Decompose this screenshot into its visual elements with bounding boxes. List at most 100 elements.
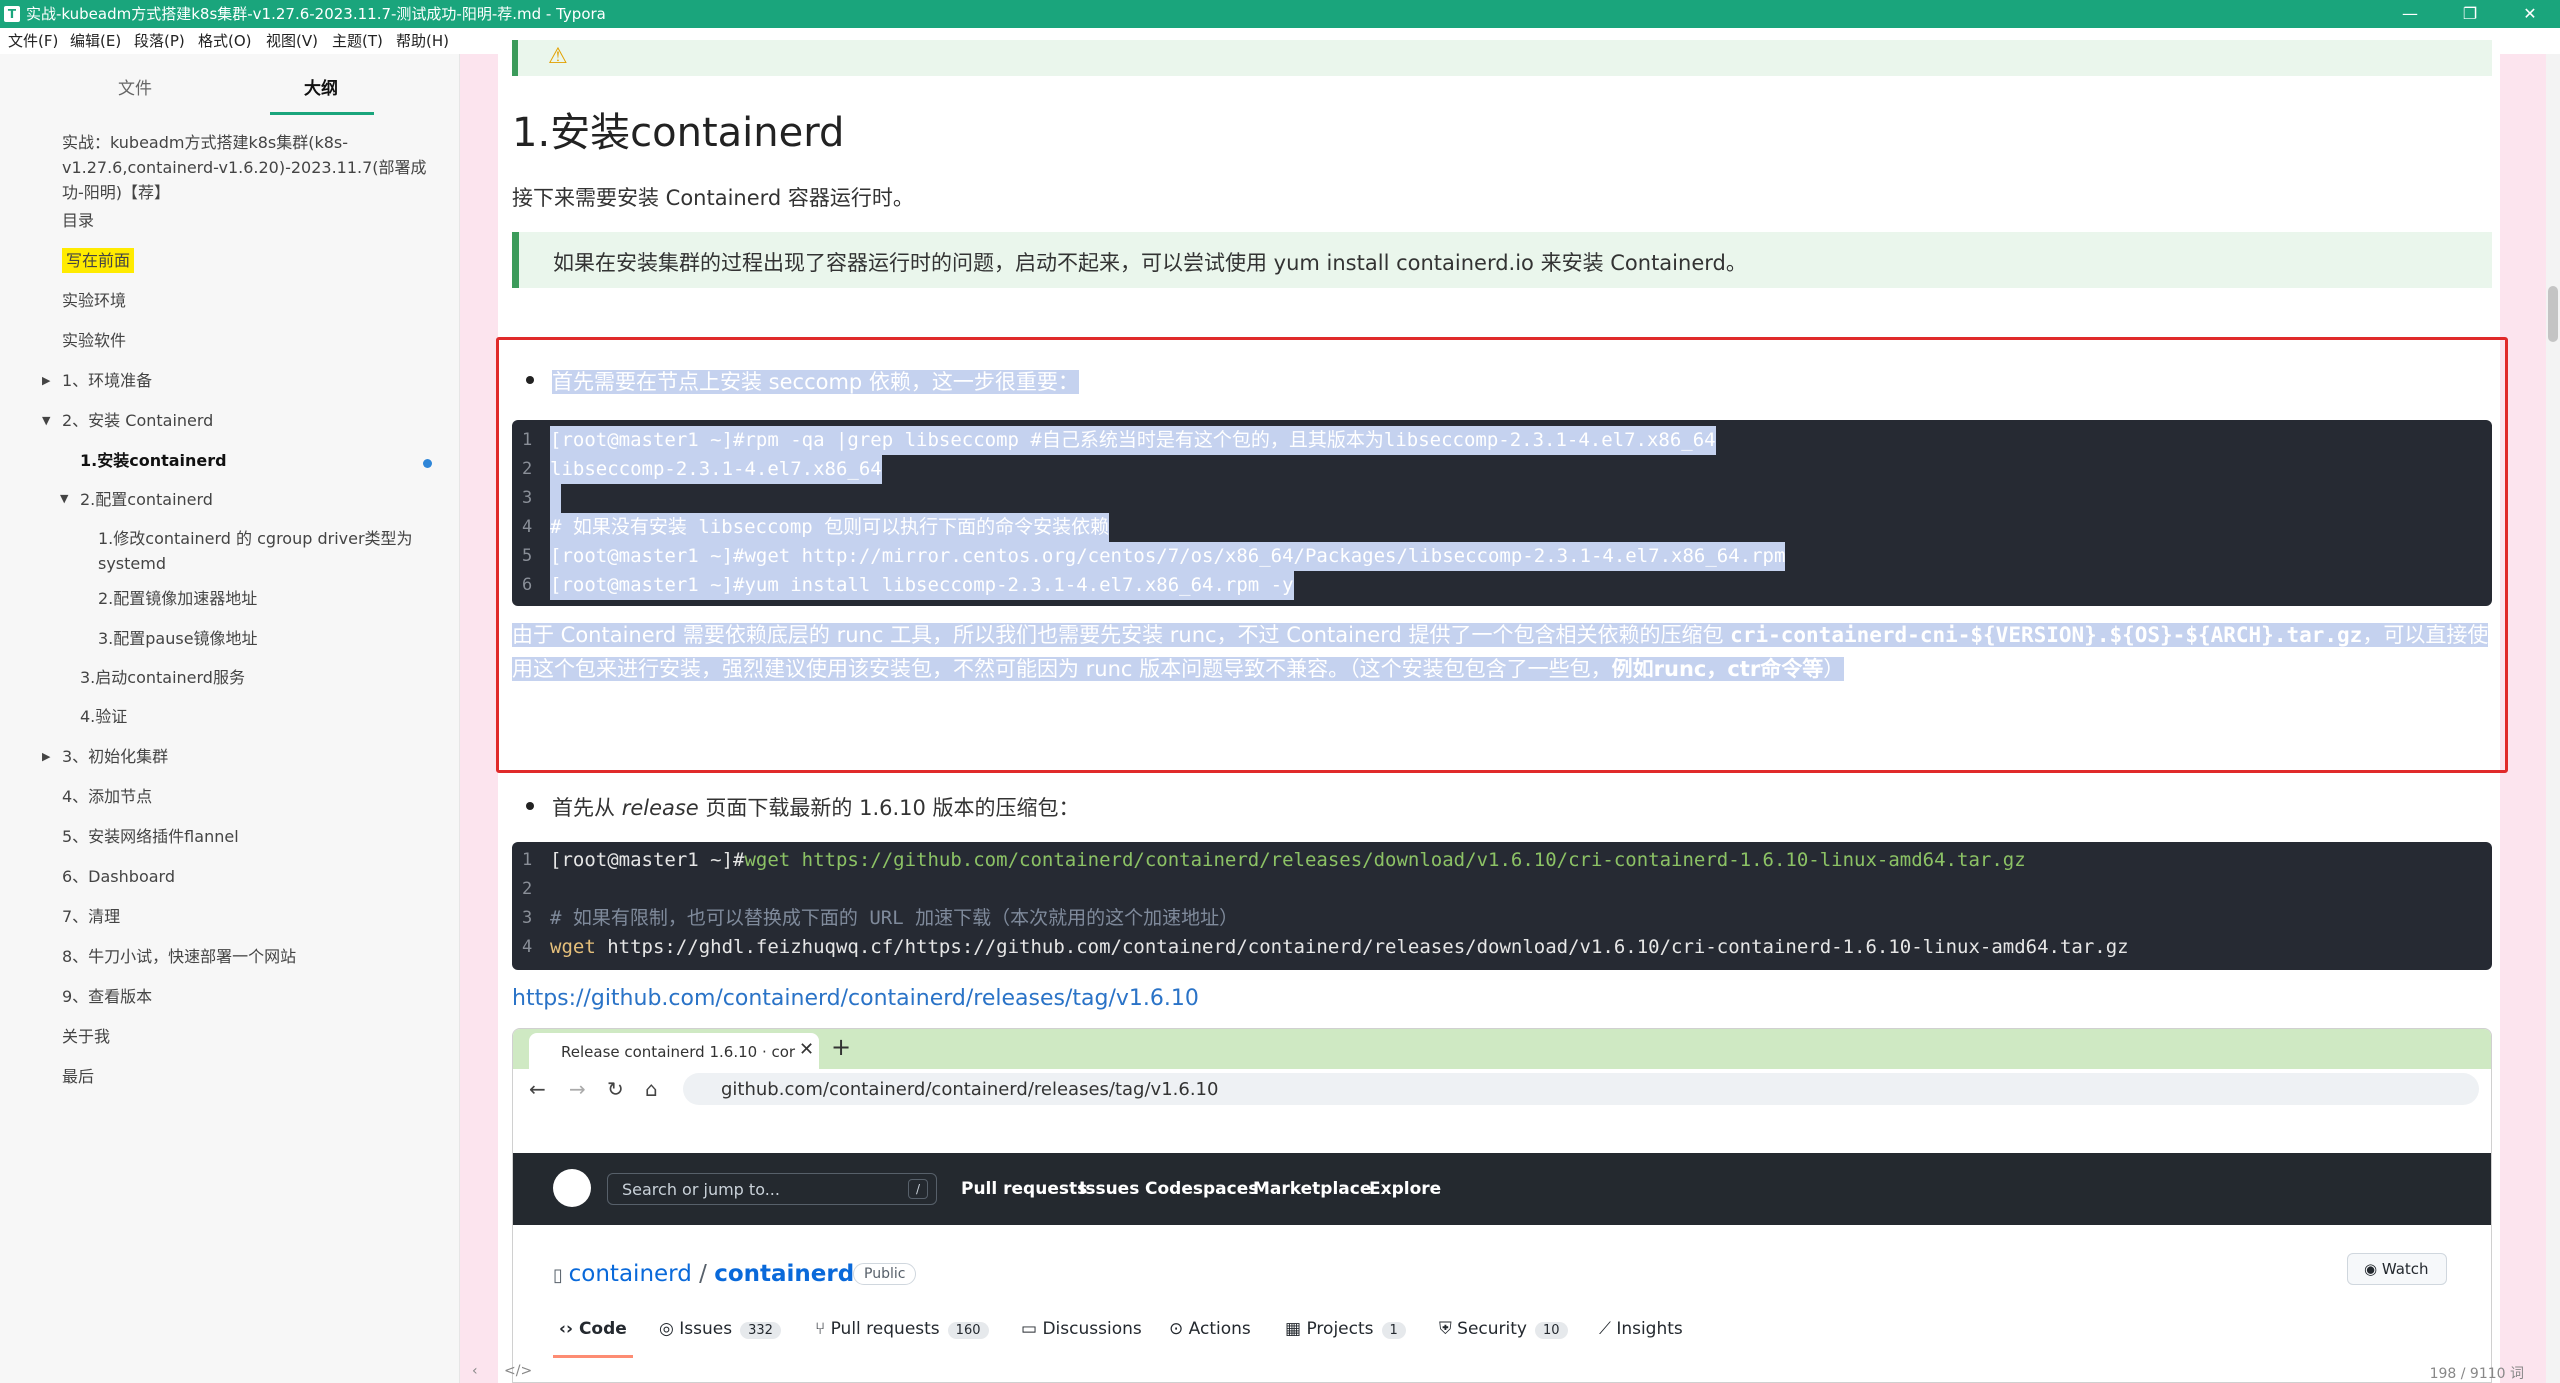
close-button[interactable]: ✕ <box>2500 0 2560 28</box>
tab-files[interactable]: 文件 <box>118 74 152 99</box>
outline-item-doc-title[interactable]: 实战：kubeadm方式搭建k8s集群(k8s-v1.27.6,containe… <box>62 130 442 205</box>
bullet-seccomp[interactable]: 首先需要在节点上安装 seccomp 依赖，这一步很重要： <box>526 366 1079 396</box>
menu-theme[interactable]: 主题(T) <box>332 28 383 54</box>
collapsed-arrow-icon[interactable]: ▶ <box>42 374 50 387</box>
outline-item[interactable]: 最后 <box>62 1064 94 1089</box>
code-icon: ‹› <box>559 1319 579 1339</box>
title-bar: T 实战-kubeadm方式搭建k8s集群-v1.27.6-2023.11.7-… <box>0 0 2560 28</box>
github-search: Search or jump to... / <box>607 1173 937 1205</box>
bullet-release-download[interactable]: 首先从 release 页面下载最新的 1.6.10 版本的压缩包： <box>526 792 1080 822</box>
menu-edit[interactable]: 编辑(E) <box>70 28 121 54</box>
expanded-arrow-icon[interactable]: ▼ <box>42 414 50 427</box>
repo-tab-pull-requests: ⑂ Pull requests 160 <box>815 1319 989 1339</box>
warning-icon: ⚠ <box>548 44 568 69</box>
eye-icon: ◉ <box>2364 1260 2382 1278</box>
bullet-seccomp-text: 首先需要在节点上安装 seccomp 依赖，这一步很重要： <box>552 370 1079 394</box>
outline-item[interactable]: 7、清理 <box>62 904 120 929</box>
repo-tab-discussions: ▭ Discussions <box>1021 1319 1142 1339</box>
menu-paragraph[interactable]: 段落(P) <box>134 28 185 54</box>
release-link[interactable]: https://github.com/containerd/containerd… <box>512 986 1199 1011</box>
sidebar: 文件 大纲 实战：kubeadm方式搭建k8s集群(k8s-v1.27.6,co… <box>0 54 460 1383</box>
play-icon: ⊙ <box>1169 1319 1189 1339</box>
graph-icon: ⟋ <box>1599 1319 1617 1339</box>
callout-box-top <box>512 40 2492 76</box>
outline-item[interactable]: 1.修改containerd 的 cgroup driver类型为systemd <box>98 526 438 576</box>
outline-item[interactable]: 4.验证 <box>80 704 127 729</box>
table-icon: ▦ <box>1285 1319 1307 1339</box>
minimize-button[interactable]: — <box>2380 0 2440 28</box>
tab-close-icon: ✕ <box>799 1039 815 1060</box>
outline-item[interactable]: 3、初始化集群 <box>62 744 168 769</box>
outline-item[interactable]: 1、环境准备 <box>62 368 152 393</box>
collapsed-arrow-icon[interactable]: ▶ <box>42 750 50 763</box>
embedded-screenshot: Release containerd 1.6.10 · cor ✕ + ← → … <box>512 1028 2492 1383</box>
maximize-button[interactable]: ❐ <box>2440 0 2500 28</box>
outline-item[interactable]: 5、安装网络插件flannel <box>62 824 239 849</box>
outline-item[interactable]: 9、查看版本 <box>62 984 152 1009</box>
browser-tab-title: Release containerd 1.6.10 · cor <box>561 1043 796 1061</box>
expanded-arrow-icon[interactable]: ▼ <box>60 492 68 505</box>
repo-tab-security: ⛨ Security 10 <box>1439 1319 1568 1339</box>
outline-item[interactable]: 3.启动containerd服务 <box>80 665 245 690</box>
public-badge: Public <box>853 1263 917 1285</box>
slash-key-icon: / <box>908 1179 928 1199</box>
new-tab-icon: + <box>831 1033 852 1061</box>
outline-item[interactable]: 2.配置containerd <box>80 487 213 512</box>
menu-format[interactable]: 格式(O) <box>198 28 252 54</box>
gh-nav-item: Issues <box>1079 1179 1140 1199</box>
tab-active-indicator <box>270 112 374 115</box>
code-block-seccomp[interactable]: 1 [root@master1 ~]#rpm -qa |grep libsecco… <box>512 420 2492 606</box>
toggle-sidebar-icon[interactable]: ‹ <box>472 1363 478 1379</box>
scrollbar-thumb[interactable] <box>2548 286 2558 342</box>
shield-icon: ⛨ <box>1439 1319 1458 1339</box>
code-block-download[interactable]: 1 [root@master1 ~]#wget https://github.co… <box>512 842 2492 970</box>
repo-tab-insights: ⟋ Insights <box>1599 1319 1683 1339</box>
back-arrow-icon: ← <box>529 1077 546 1101</box>
word-count[interactable]: 198 / 9110 词 <box>2430 1363 2524 1383</box>
window-title: 实战-kubeadm方式搭建k8s集群-v1.27.6-2023.11.7-测试… <box>26 5 606 23</box>
active-repo-tab-underline <box>553 1355 633 1358</box>
gh-nav-item: Codespaces <box>1145 1179 1259 1199</box>
bullet-dot <box>526 802 534 810</box>
outline-item[interactable]: 4、添加节点 <box>62 784 152 809</box>
github-logo-icon <box>553 1169 591 1207</box>
browser-tab: Release containerd 1.6.10 · cor ✕ <box>529 1033 819 1069</box>
vertical-scrollbar[interactable] <box>2546 54 2560 1383</box>
outline-item[interactable]: 8、牛刀小试，快速部署一个网站 <box>62 944 296 969</box>
outline-item[interactable]: 实验软件 <box>62 328 126 353</box>
watch-button: ◉ Watch <box>2347 1253 2447 1285</box>
url-text: github.com/containerd/containerd/release… <box>721 1079 1219 1100</box>
tip-text[interactable]: 如果在安装集群的过程出现了容器运行时的问题，启动不起来，可以尝试使用 yum i… <box>553 247 1747 277</box>
outline-item[interactable]: 6、Dashboard <box>62 864 175 889</box>
repo-icon: ▯ <box>553 1265 569 1286</box>
current-position-dot-icon <box>423 459 432 468</box>
outline-item-active[interactable]: 1.安装containerd <box>80 448 227 473</box>
repo-tabs: ‹› Code ◎ Issues 332 ⑂ Pull requests 160 ▭… <box>513 1319 2491 1359</box>
outline-item[interactable]: 2.配置镜像加速器地址 <box>98 586 257 611</box>
source-code-mode-icon[interactable]: </> <box>504 1363 532 1379</box>
repo-tab-projects: ▦ Projects 1 <box>1285 1319 1406 1339</box>
repo-title: ▯ containerd / containerd <box>553 1261 855 1287</box>
outline-item[interactable]: 目录 <box>62 208 94 233</box>
browser-tab-strip: Release containerd 1.6.10 · cor ✕ + <box>513 1029 2491 1069</box>
outline-item-highlighted[interactable]: 写在前面 <box>62 248 135 273</box>
intro-paragraph[interactable]: 接下来需要安装 Containerd 容器运行时。 <box>512 182 914 212</box>
gh-nav-item: Explore <box>1369 1179 1442 1199</box>
outline-item[interactable]: 实验环境 <box>62 288 126 313</box>
outline-item[interactable]: 3.配置pause镜像地址 <box>98 626 258 651</box>
status-bar: ‹ </> 198 / 9110 词 <box>460 1361 2546 1383</box>
issue-icon: ◎ <box>659 1319 680 1339</box>
menu-file[interactable]: 文件(F) <box>8 28 58 54</box>
repo-tab-issues: ◎ Issues 332 <box>659 1319 781 1339</box>
browser-address-bar: ← → ↻ ⌂ github.com/containerd/containerd… <box>513 1069 2491 1111</box>
outline-item[interactable]: 关于我 <box>62 1024 110 1049</box>
outline-item[interactable]: 2、安装 Containerd <box>62 408 213 433</box>
discussion-icon: ▭ <box>1021 1319 1043 1339</box>
tab-outline[interactable]: 大纲 <box>304 74 338 99</box>
menu-view[interactable]: 视图(V) <box>266 28 318 54</box>
heading-install-containerd[interactable]: 1.安装containerd <box>512 100 844 158</box>
menu-help[interactable]: 帮助(H) <box>396 28 449 54</box>
forward-arrow-icon: → <box>569 1077 586 1101</box>
containerd-dependency-paragraph[interactable]: 由于 Containerd 需要依赖底层的 runc 工具，所以我们也需要先安装… <box>512 618 2492 686</box>
tip-callout: 如果在安装集群的过程出现了容器运行时的问题，启动不起来，可以尝试使用 yum i… <box>512 232 2492 288</box>
